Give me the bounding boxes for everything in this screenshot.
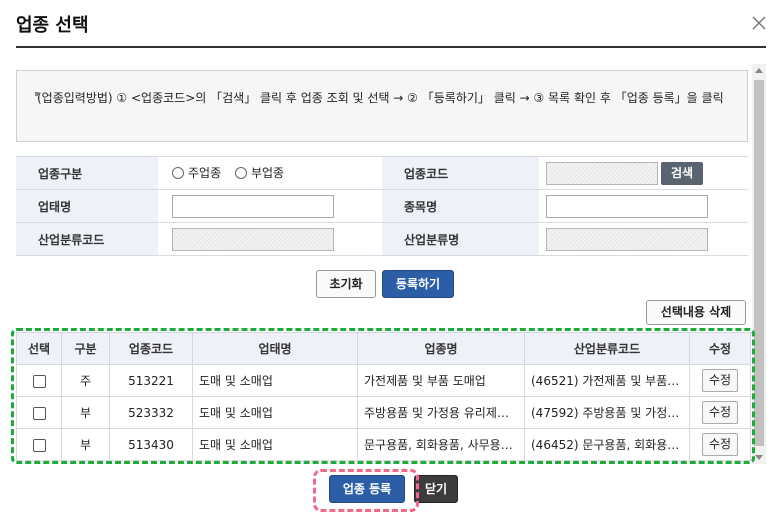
item-label: 종목명 xyxy=(382,189,539,223)
dialog-title: 업종 선택 xyxy=(16,15,89,36)
business-input[interactable] xyxy=(172,194,334,218)
register-highlight-frame xyxy=(313,469,419,512)
close-button[interactable]: 닫기 xyxy=(414,475,458,503)
title-divider xyxy=(16,46,766,48)
radio-circle-icon[interactable] xyxy=(172,166,184,179)
search-form: 업종구분 주업종 부업종 업종코드 검색 업태명 종목명 산업분류코드 산업분류… xyxy=(16,156,748,256)
item-input[interactable] xyxy=(546,194,708,218)
scrollbar-thumb[interactable] xyxy=(754,80,764,446)
register-button[interactable]: 등록하기 xyxy=(382,270,454,298)
industry-name-input[interactable] xyxy=(546,227,708,251)
list-highlight-frame xyxy=(11,328,755,464)
code-input[interactable] xyxy=(546,161,658,185)
industry-code-input[interactable] xyxy=(172,227,334,251)
radio-sub-type[interactable]: 부업종 xyxy=(234,164,285,181)
search-button[interactable]: 검색 xyxy=(661,161,704,185)
industry-name-label: 산업분류명 xyxy=(382,222,539,256)
code-label: 업종코드 xyxy=(382,156,539,190)
radio-circle-icon[interactable] xyxy=(234,166,247,179)
instruction-box: (업종입력방법) ① <업종코드>의 「검색」 클릭 후 업종 조회 및 선택 … xyxy=(16,70,748,142)
radio-label: 주업종 xyxy=(188,166,222,181)
bullet-icon xyxy=(35,92,39,96)
radio-main-type[interactable]: 주업종 xyxy=(172,164,221,181)
type-label: 업종구분 xyxy=(16,156,158,190)
reset-button[interactable]: 초기화 xyxy=(316,270,376,298)
close-icon[interactable] xyxy=(750,14,768,32)
industry-code-label: 산업분류코드 xyxy=(16,222,158,256)
radio-label: 부업종 xyxy=(250,166,285,181)
scroll-up-arrow-icon[interactable] xyxy=(752,64,766,78)
business-label: 업태명 xyxy=(16,189,158,223)
delete-selected-button[interactable]: 선택내용 삭제 xyxy=(646,300,746,325)
instruction-text: (업종입력방법) ① <업종코드>의 「검색」 클릭 후 업종 조회 및 선택 … xyxy=(37,91,724,105)
